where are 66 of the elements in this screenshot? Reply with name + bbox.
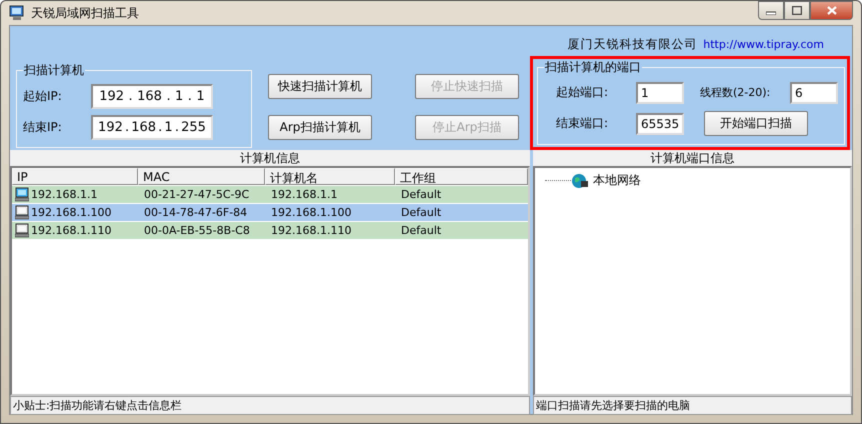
table-cell: Default bbox=[401, 206, 442, 219]
ip-separator: . bbox=[166, 89, 171, 104]
table-cell: 00-14-78-47-6F-84 bbox=[144, 206, 248, 219]
table-cell: 192.168.1.1 bbox=[31, 188, 98, 201]
minimize-button[interactable] bbox=[758, 1, 784, 20]
maximize-icon bbox=[792, 6, 802, 15]
table-cell: 192.168.1.1 bbox=[271, 188, 338, 201]
host-row[interactable]: 192.168.1.100 00-14-78-47-6F-84 192.168.1.100 Default bbox=[12, 204, 528, 221]
scan-button[interactable]: Arp扫描计算机 bbox=[268, 115, 372, 140]
table-cell: Default bbox=[401, 224, 442, 237]
ip-octet: 192 bbox=[98, 120, 123, 135]
table-cell: 00-0A-EB-55-8B-C8 bbox=[144, 224, 250, 237]
host-row[interactable]: 192.168.1.1 00-21-27-47-5C-9C 192.168.1.1 Default bbox=[12, 186, 528, 203]
ip-octet: 1 bbox=[175, 89, 184, 104]
group-title: 扫描计算机 bbox=[23, 62, 85, 79]
network-globe-icon bbox=[571, 172, 589, 188]
thread-count-field[interactable]: 6 bbox=[790, 82, 838, 104]
ip-separator: . bbox=[124, 120, 130, 135]
ip-octet: 1 bbox=[164, 120, 173, 135]
host-row[interactable]: 192.168.1.110 00-0A-EB-55-8B-C8 192.168.1.110 Default bbox=[12, 222, 528, 239]
window-title: 天锐局域网扫描工具 bbox=[31, 4, 140, 22]
computer-icon bbox=[15, 187, 29, 202]
status-text: 小贴士:扫描功能请右键点击信息栏 bbox=[10, 396, 530, 415]
column-header[interactable]: 工作组 bbox=[395, 168, 528, 185]
table-cell: 00-21-27-47-5C-9C bbox=[144, 188, 250, 201]
status-text: 端口扫描请先选择要扫描的电脑 bbox=[533, 396, 852, 415]
ip-separator: . bbox=[174, 120, 179, 135]
ip-separator: . bbox=[158, 120, 162, 135]
end-ip-field[interactable]: 192 . 168 . 1 . 255 bbox=[91, 115, 213, 140]
ip-octet: 168 bbox=[131, 120, 156, 135]
close-icon bbox=[826, 6, 836, 15]
panel-title: 计算机端口信息 bbox=[650, 150, 736, 166]
ip-octet: 255 bbox=[181, 120, 206, 135]
computer-icon bbox=[15, 223, 29, 238]
website-link[interactable]: http://www.tipray.com bbox=[703, 38, 824, 51]
close-button[interactable] bbox=[810, 1, 853, 20]
field-label: 线程数(2-20): bbox=[699, 85, 772, 100]
ip-octet: 1 bbox=[196, 89, 205, 104]
app-icon bbox=[9, 5, 25, 21]
field-label: 结束端口: bbox=[555, 115, 610, 132]
computer-icon bbox=[15, 205, 29, 220]
table-cell: 192.168.1.100 bbox=[31, 206, 112, 219]
ip-octet: 168 bbox=[137, 89, 162, 104]
end-port-field[interactable]: 65535 bbox=[636, 112, 684, 135]
ip-octet: 192 bbox=[99, 89, 124, 104]
table-cell: 192.168.1.110 bbox=[271, 224, 352, 237]
ip-separator: . bbox=[188, 89, 192, 104]
field-label: 结束IP: bbox=[23, 119, 63, 136]
panel-title: 计算机信息 bbox=[239, 150, 301, 166]
start-port-field[interactable]: 1 bbox=[636, 82, 684, 104]
start-port-scan-button[interactable]: 开始端口扫描 bbox=[704, 111, 808, 136]
group-title: 扫描计算机的端口 bbox=[544, 59, 642, 76]
field-label: 起始端口: bbox=[555, 84, 610, 102]
company-name: 厦门天锐科技有限公司 bbox=[567, 36, 698, 53]
tree-item[interactable]: 本地网络 bbox=[593, 172, 641, 189]
field-label: 起始IP: bbox=[23, 88, 63, 105]
table-cell: Default bbox=[401, 188, 442, 201]
column-header[interactable]: IP bbox=[12, 168, 138, 185]
table-cell: 192.168.1.110 bbox=[31, 224, 112, 237]
column-header[interactable]: 计算机名 bbox=[265, 168, 395, 185]
start-ip-field[interactable]: 192 . 168 . 1 . 1 bbox=[91, 84, 213, 109]
scan-button[interactable]: 快速扫描计算机 bbox=[268, 74, 372, 99]
ip-separator: . bbox=[128, 89, 133, 104]
table-cell: 192.168.1.100 bbox=[271, 206, 352, 219]
column-header[interactable]: MAC bbox=[138, 168, 265, 185]
maximize-button[interactable] bbox=[784, 1, 810, 20]
